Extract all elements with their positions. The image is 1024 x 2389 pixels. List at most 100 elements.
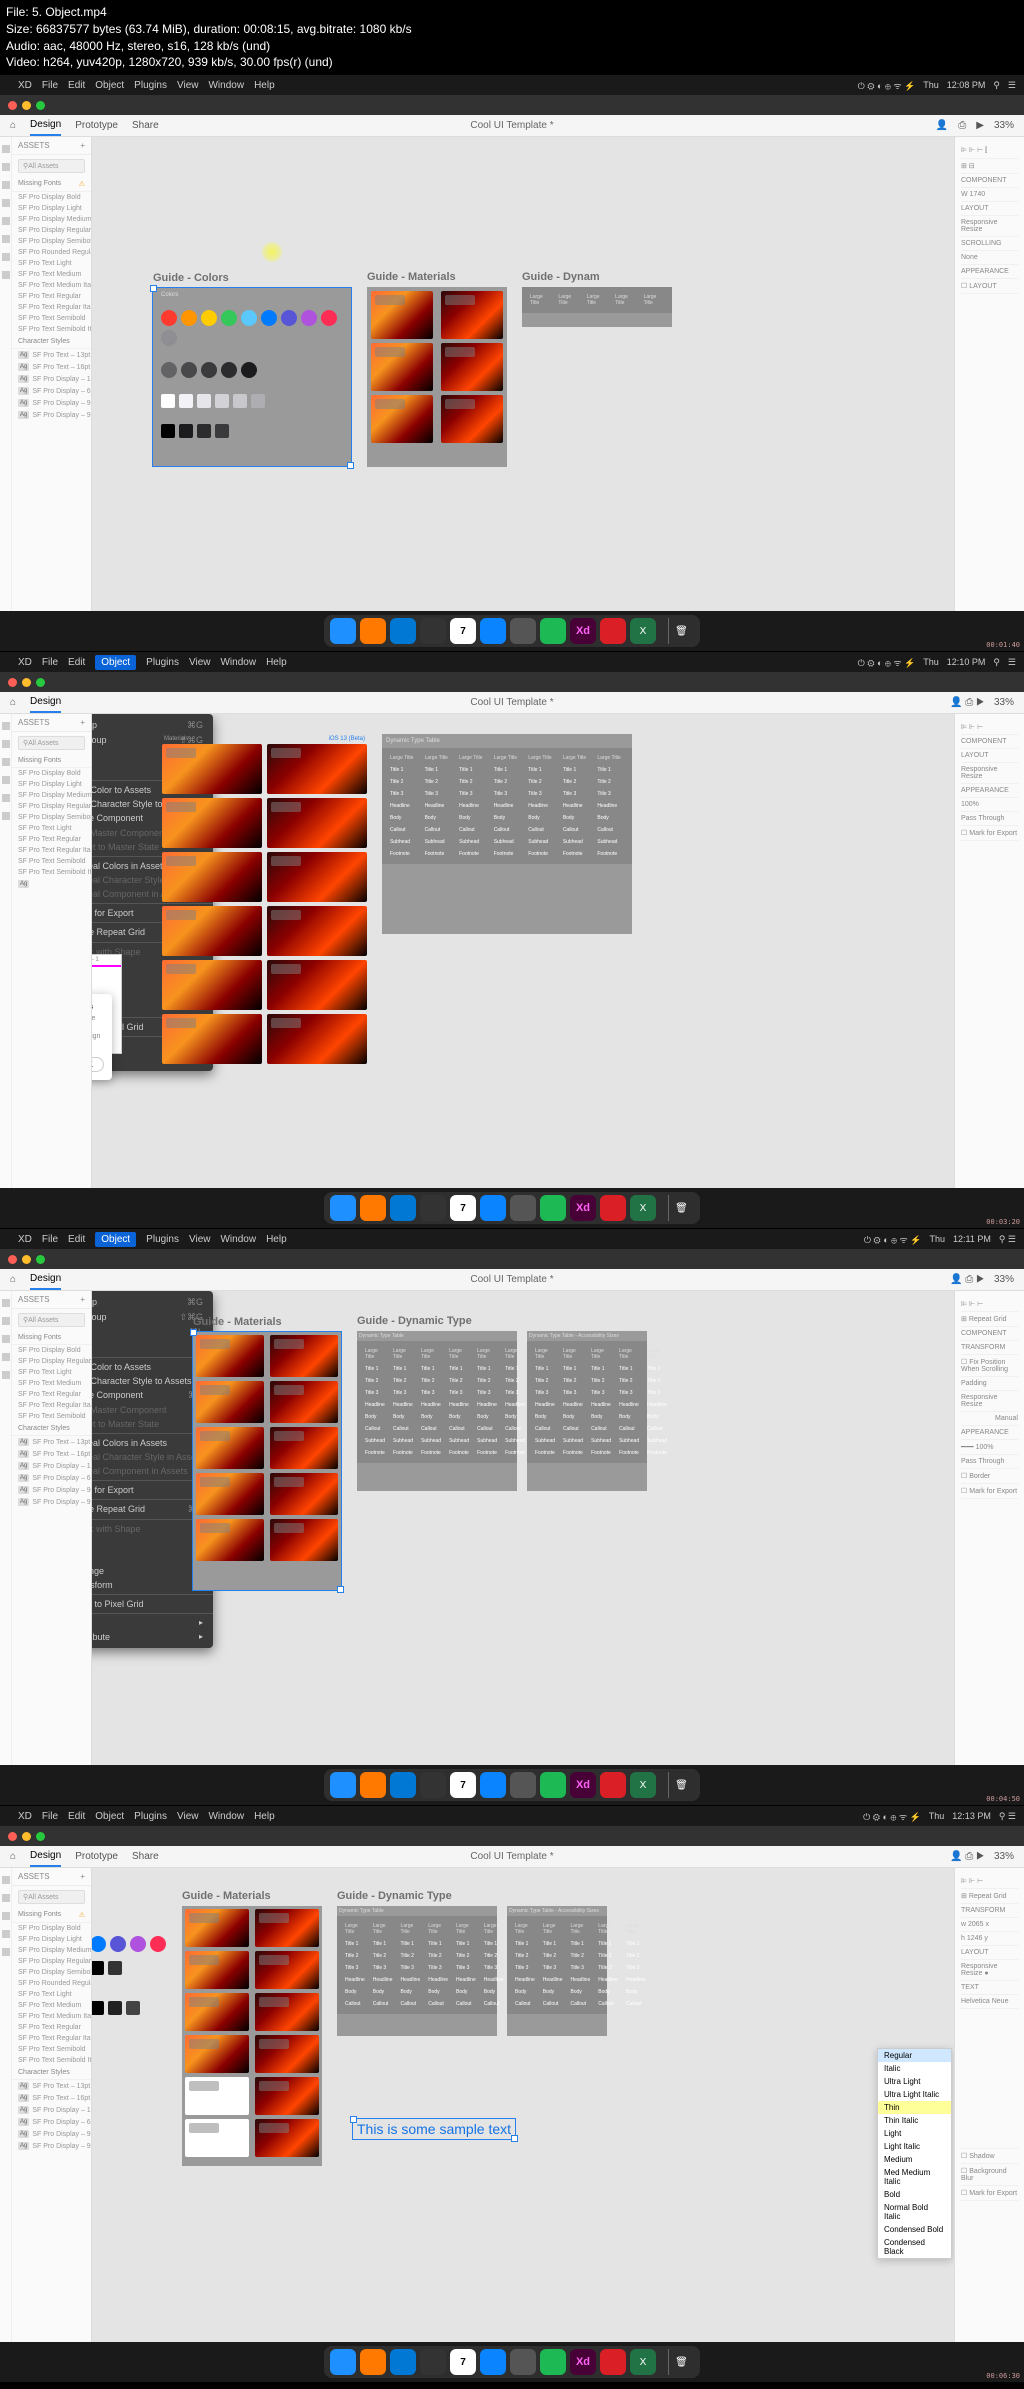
canvas[interactable]: Guide - Colors Colors Guide - Materials … [92, 137, 954, 611]
menu-item-distribute[interactable]: Distribute [92, 1630, 213, 1644]
menu-help[interactable]: Help [254, 80, 275, 91]
menu-icon[interactable]: ☰ [1008, 657, 1016, 668]
menubar-icons[interactable]: ⏻ ⚙ ◐ ⊕ ᯤ ⚡ [858, 79, 916, 92]
firefox-dock-icon[interactable] [360, 1195, 386, 1221]
type-table[interactable]: Dynamic Type Table Large TitleLarge Titl… [382, 734, 632, 934]
artboard-materials[interactable]: Guide - Materials [182, 1906, 322, 2166]
font-weight-dropdown[interactable]: RegularItalicUltra LightUltra Light Ital… [877, 2048, 952, 2259]
font-item[interactable]: SF Pro Display Bold [12, 192, 91, 203]
artboard-materials[interactable]: Guide - Materials [367, 287, 507, 467]
menu-window[interactable]: Window [208, 80, 244, 91]
spotify-dock-icon[interactable] [540, 1772, 566, 1798]
trash-dock-icon[interactable]: 🗑 [668, 2349, 694, 2375]
ok-button[interactable]: OK [92, 1057, 104, 1072]
font-option[interactable]: Medium [878, 2153, 951, 2166]
artboard-tool[interactable] [2, 253, 10, 261]
firefox-dock-icon[interactable] [360, 618, 386, 644]
appstore-dock-icon[interactable] [480, 2349, 506, 2375]
font-family[interactable]: Helvetica Neue [961, 1995, 1018, 2009]
transform-width[interactable]: W 1740 [961, 188, 1018, 202]
cc-dock-icon[interactable] [600, 618, 626, 644]
play-icon[interactable]: ▶ [976, 120, 984, 131]
cc-dock-icon[interactable] [600, 1195, 626, 1221]
artboard-dynamic-acc[interactable]: Dynamic Type Table - Accessibility Sizes… [527, 1331, 647, 1491]
maximize-button[interactable] [36, 101, 45, 110]
align-tools[interactable]: ⊫ ⊩ ⊢ ⫿ [961, 143, 1018, 159]
traffic-lights[interactable] [0, 96, 53, 115]
settings-dock-icon[interactable] [510, 1195, 536, 1221]
home-icon[interactable]: ⌂ [10, 697, 16, 708]
menu-edit[interactable]: Edit [68, 657, 85, 668]
xd-dock-icon[interactable]: Xd [570, 1195, 596, 1221]
font-item[interactable]: SF Pro Text Semibold [12, 313, 91, 324]
font-option[interactable]: Condensed Bold [878, 2223, 951, 2236]
color-swatch[interactable] [221, 310, 237, 326]
style-item[interactable]: AgSF Pro Text – 13pt [12, 349, 91, 361]
terminal-dock-icon[interactable] [420, 1772, 446, 1798]
font-item[interactable]: SF Pro Display Medium [12, 214, 91, 225]
appstore-dock-icon[interactable] [480, 1195, 506, 1221]
font-item[interactable]: SF Pro Text Regular [12, 291, 91, 302]
app-name[interactable]: XD [18, 657, 32, 668]
excel-dock-icon[interactable]: X [630, 2349, 656, 2375]
finder-dock-icon[interactable] [330, 618, 356, 644]
menu-icon[interactable]: ☰ [1008, 80, 1016, 91]
color-swatch[interactable] [241, 310, 257, 326]
edge-dock-icon[interactable] [390, 618, 416, 644]
cc-dock-icon[interactable] [600, 1772, 626, 1798]
style-item[interactable]: AgSF Pro Text – 16pt [12, 361, 91, 373]
terminal-dock-icon[interactable] [420, 1195, 446, 1221]
calendar-dock-icon[interactable]: 7 [450, 1195, 476, 1221]
scroll-select[interactable]: None [961, 251, 1018, 265]
menu-view[interactable]: View [189, 657, 211, 668]
font-option[interactable]: Ultra Light [878, 2075, 951, 2088]
xd-dock-icon[interactable]: Xd [570, 618, 596, 644]
text-tool[interactable] [2, 235, 10, 243]
font-item[interactable]: SF Pro Text Medium [12, 269, 91, 280]
font-item[interactable]: SF Pro Rounded Regular [12, 247, 91, 258]
rect-tool[interactable] [2, 163, 10, 171]
color-swatch[interactable] [301, 310, 317, 326]
menu-object[interactable]: Object [95, 80, 124, 91]
font-option[interactable]: Light Italic [878, 2140, 951, 2153]
edge-dock-icon[interactable] [390, 1195, 416, 1221]
search-icon[interactable]: ⚲ [993, 80, 1000, 91]
artboard-materials[interactable]: Guide - Materials [192, 1331, 342, 1591]
menu-item-group[interactable]: Group⌘G [92, 1295, 213, 1310]
responsive-toggle[interactable]: Responsive Resize [961, 216, 1018, 237]
menu-object[interactable]: Object [95, 655, 136, 670]
font-option[interactable]: Italic [878, 2062, 951, 2075]
finder-dock-icon[interactable] [330, 1195, 356, 1221]
font-option[interactable]: Ultra Light Italic [878, 2088, 951, 2101]
cc-dock-icon[interactable] [600, 2349, 626, 2375]
excel-dock-icon[interactable]: X [630, 1195, 656, 1221]
search-icon[interactable]: ⚲ [993, 657, 1000, 668]
font-option[interactable]: Thin Italic [878, 2114, 951, 2127]
trash-dock-icon[interactable]: 🗑 [668, 1195, 694, 1221]
menu-view[interactable]: View [177, 80, 199, 91]
artboard-title[interactable]: Guide - Colors [153, 272, 229, 284]
trash-dock-icon[interactable]: 🗑 [668, 1772, 694, 1798]
spotify-dock-icon[interactable] [540, 1195, 566, 1221]
style-item[interactable]: Ag [12, 878, 91, 890]
select-tool[interactable] [2, 145, 10, 153]
close-button[interactable] [8, 101, 17, 110]
style-item[interactable]: AgSF Pro Display – 1… [12, 373, 91, 385]
artboard-colors[interactable]: Guide - Colors Colors [152, 287, 352, 467]
pen-tool[interactable] [2, 217, 10, 225]
menu-window[interactable]: Window [220, 657, 256, 668]
edge-dock-icon[interactable] [390, 2349, 416, 2375]
chat-icon[interactable]: ⎙ [958, 120, 966, 131]
menu-help[interactable]: Help [266, 657, 287, 668]
style-item[interactable]: AgSF Pro Display – 9… [12, 409, 91, 421]
font-item[interactable]: SF Pro Text Semibold Italic [12, 324, 91, 335]
color-swatch[interactable] [181, 310, 197, 326]
finder-dock-icon[interactable] [330, 2349, 356, 2375]
font-item[interactable]: SF Pro Display Semibold [12, 236, 91, 247]
terminal-dock-icon[interactable] [420, 2349, 446, 2375]
menu-item-group[interactable]: Group⌘G [92, 718, 213, 733]
user-icon[interactable]: 👤 [936, 120, 948, 131]
appstore-dock-icon[interactable] [480, 618, 506, 644]
tab-design[interactable]: Design [30, 115, 61, 136]
menu-plugins[interactable]: Plugins [134, 80, 167, 91]
